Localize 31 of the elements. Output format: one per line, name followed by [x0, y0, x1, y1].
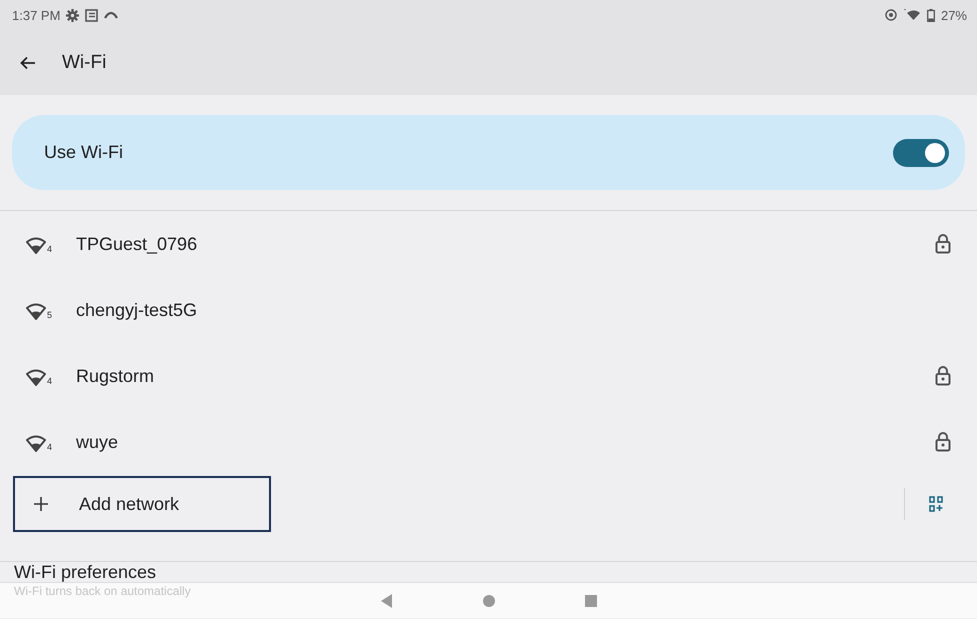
use-wifi-card[interactable]: Use Wi-Fi: [12, 115, 965, 190]
battery-icon: [926, 8, 935, 22]
network-item[interactable]: 4 Rugstorm: [0, 343, 977, 409]
wifi-status-icon: [902, 9, 921, 21]
gear-icon: [66, 8, 80, 22]
battery-percent: 27%: [940, 8, 967, 22]
add-network-button[interactable]: Add network: [13, 476, 271, 532]
network-name: wuye: [76, 432, 120, 452]
page-title: Wi-Fi: [62, 52, 106, 74]
back-nav-icon[interactable]: [380, 594, 392, 608]
network-name: chengyj-test5G: [76, 300, 198, 320]
network-item[interactable]: 4 wuye: [0, 409, 977, 475]
wifi-preferences-title[interactable]: Wi-Fi preferences: [14, 562, 156, 582]
home-nav-icon[interactable]: [482, 594, 494, 606]
qr-code-scan-icon[interactable]: [929, 496, 943, 512]
use-wifi-label: Use Wi-Fi: [44, 142, 123, 163]
network-name: Rugstorm: [76, 366, 156, 386]
back-arrow-icon[interactable]: [20, 56, 36, 70]
lock-icon: [935, 234, 951, 254]
notes-icon: [85, 8, 98, 22]
lock-icon: [935, 366, 951, 386]
arc-icon: [104, 11, 118, 19]
network-name: TPGuest_0796: [76, 234, 198, 254]
network-item[interactable]: 4 TPGuest_0796: [0, 211, 977, 277]
wifi-toggle[interactable]: [893, 138, 949, 166]
network-item[interactable]: 5 chengyj-test5G: [0, 277, 977, 343]
lock-icon: [935, 432, 951, 452]
plus-icon: [33, 496, 49, 512]
target-icon: [884, 9, 897, 21]
recents-nav-icon[interactable]: [584, 594, 596, 606]
status-time: 1:37 PM: [12, 8, 60, 22]
